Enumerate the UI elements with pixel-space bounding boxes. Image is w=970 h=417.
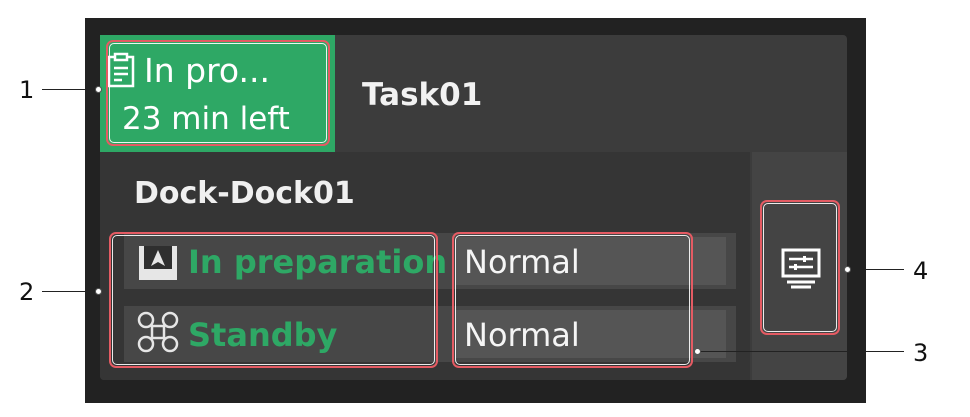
highlight-box-2	[109, 232, 438, 368]
callout-dot-4	[844, 266, 851, 273]
callout-label-1: 1	[19, 76, 35, 104]
callout-label-4: 4	[913, 257, 929, 285]
callout-dot-3	[694, 348, 701, 355]
callout-dot-2	[95, 288, 102, 295]
callout-line-1	[42, 89, 97, 90]
dock-title: Dock-Dock01	[134, 176, 355, 211]
highlight-box-1	[106, 40, 330, 146]
callout-line-4	[850, 269, 904, 270]
callout-line-3	[699, 351, 904, 352]
task-name: Task01	[362, 77, 483, 113]
callout-line-2	[42, 291, 97, 292]
callout-label-2: 2	[19, 278, 35, 306]
callout-label-3: 3	[913, 339, 929, 367]
callout-dot-1	[95, 86, 102, 93]
highlight-box-3	[452, 232, 693, 368]
highlight-box-4	[760, 200, 840, 335]
